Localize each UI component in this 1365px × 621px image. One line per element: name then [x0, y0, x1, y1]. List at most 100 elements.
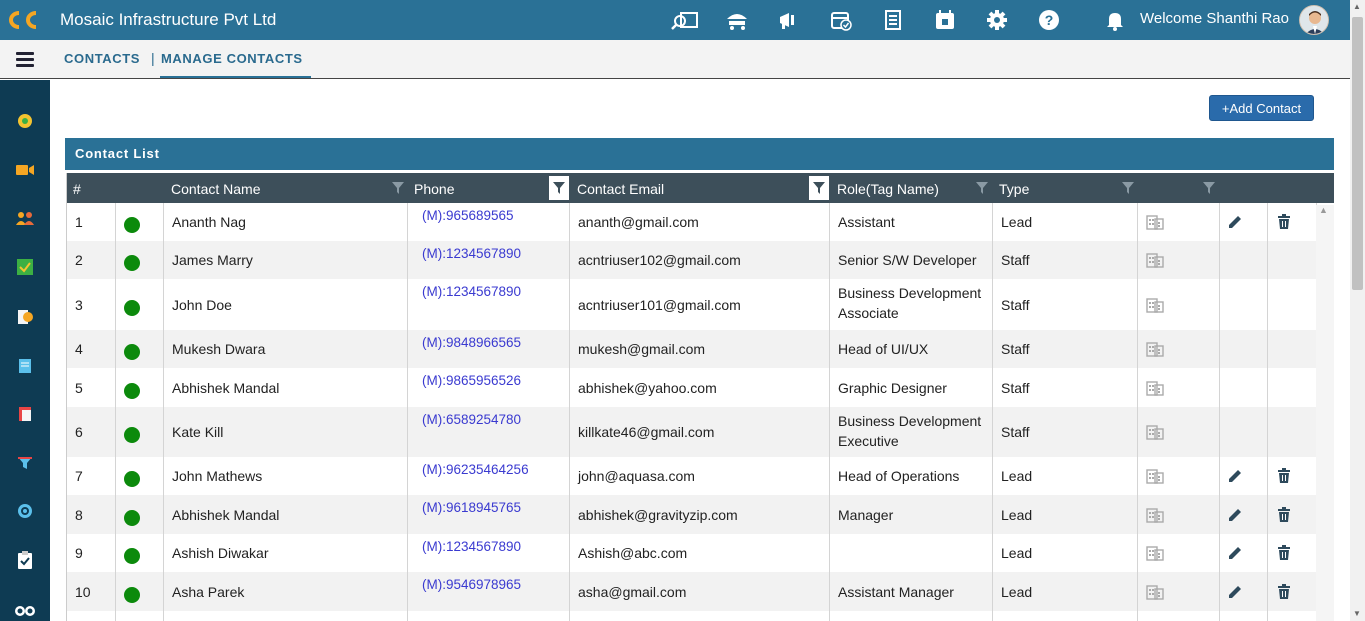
phone-link[interactable]: (M):6589254780: [422, 412, 521, 427]
table-row[interactable]: 5 Abhishek Mandal (M):9865956526 abhishek@y…: [67, 368, 1317, 407]
calendar-icon[interactable]: [930, 0, 960, 40]
delete-icon[interactable]: [1277, 584, 1291, 603]
delete-icon[interactable]: [1277, 214, 1291, 233]
menu-icon[interactable]: [16, 52, 34, 68]
avatar[interactable]: [1299, 5, 1329, 35]
phone-link[interactable]: (M):96235464256: [422, 462, 529, 477]
phone-link[interactable]: (M):1234567890: [422, 246, 521, 261]
filter-icon[interactable]: [1120, 180, 1136, 196]
table-row[interactable]: 2 James Marry (M):1234567890 acntriuser102@…: [67, 241, 1317, 279]
tasks-icon[interactable]: [14, 256, 36, 278]
table-row[interactable]: 1 Ananth Nag (M):965689565 ananth@gmail.com…: [67, 203, 1317, 241]
view-details-icon[interactable]: [1146, 252, 1164, 271]
col-contact-name[interactable]: Contact Name: [171, 173, 260, 203]
search-report-icon[interactable]: [670, 0, 700, 40]
filter-icon[interactable]: [809, 176, 829, 200]
video-icon[interactable]: [14, 159, 36, 181]
edit-icon[interactable]: [1227, 214, 1243, 233]
col-contact-email[interactable]: Contact Email: [577, 173, 664, 203]
help-icon[interactable]: ?: [1034, 0, 1064, 40]
app-logo[interactable]: [0, 0, 44, 40]
edit-icon[interactable]: [1227, 507, 1243, 526]
target-icon[interactable]: [14, 500, 36, 522]
breadcrumb-manage-contacts[interactable]: MANAGE CONTACTS: [161, 51, 303, 66]
view-details-icon[interactable]: [1146, 424, 1164, 443]
cell-role: Assistant Manager: [830, 572, 993, 611]
filter-icon[interactable]: [390, 180, 406, 196]
cell-edit: [1220, 457, 1268, 495]
cell-edit: [1220, 495, 1268, 534]
table-row[interactable]: 9 Ashish Diwakar (M):1234567890 Ashish@abc.…: [67, 534, 1317, 572]
edit-icon[interactable]: [1227, 584, 1243, 603]
contact-name[interactable]: James Marry: [172, 252, 253, 268]
view-details-icon[interactable]: [1146, 507, 1164, 526]
contact-name[interactable]: John Doe: [172, 297, 232, 313]
view-details-icon[interactable]: [1146, 468, 1164, 487]
calendar-check-icon[interactable]: [826, 0, 856, 40]
table-scrollbar[interactable]: [1316, 205, 1334, 621]
announcement-icon[interactable]: [774, 0, 804, 40]
status-active-indicator: [124, 383, 140, 399]
add-contact-button[interactable]: +Add Contact: [1209, 95, 1314, 121]
travel-icon[interactable]: [722, 0, 752, 40]
clipboard-icon[interactable]: [14, 549, 36, 571]
scroll-up-arrow[interactable]: ▲: [1319, 205, 1328, 215]
delete-icon[interactable]: [1277, 507, 1291, 526]
phone-link[interactable]: (M):965689565: [422, 208, 514, 223]
page-scroll-up[interactable]: ▲: [1353, 2, 1361, 11]
table-row[interactable]: 4 Mukesh Dwara (M):9848966565 mukesh@gmail.…: [67, 330, 1317, 368]
phone-link[interactable]: (M):1234567890: [422, 539, 521, 554]
binoculars-icon[interactable]: [14, 598, 36, 620]
col-type[interactable]: Type: [999, 173, 1029, 203]
delete-icon[interactable]: [1277, 468, 1291, 487]
contact-name[interactable]: Ashish Diwakar: [172, 545, 268, 561]
notes-icon[interactable]: [14, 355, 36, 377]
funnel-icon[interactable]: [14, 452, 36, 474]
gear-icon[interactable]: [982, 0, 1012, 40]
users-icon[interactable]: [14, 207, 36, 229]
contact-name[interactable]: John Mathews: [172, 468, 262, 484]
bell-icon[interactable]: [1100, 0, 1130, 40]
contact-name[interactable]: Ananth Nag: [172, 214, 246, 230]
documents-icon[interactable]: [14, 306, 36, 328]
contact-name[interactable]: Kate Kill: [172, 424, 223, 440]
table-row[interactable]: [67, 611, 1317, 621]
reports-icon[interactable]: [14, 403, 36, 425]
filter-icon[interactable]: [549, 176, 569, 200]
delete-icon[interactable]: [1277, 545, 1291, 564]
contact-name[interactable]: Abhishek Mandal: [172, 507, 279, 523]
phone-link[interactable]: (M):9618945765: [422, 500, 521, 515]
cell-view: [1138, 203, 1220, 241]
col-role[interactable]: Role(Tag Name): [837, 173, 939, 203]
filter-icon[interactable]: [1201, 180, 1217, 196]
edit-icon[interactable]: [1227, 545, 1243, 564]
contact-name[interactable]: Abhishek Mandal: [172, 380, 279, 396]
page-scroll-down[interactable]: ▼: [1353, 609, 1361, 618]
edit-icon[interactable]: [1227, 468, 1243, 487]
table-row[interactable]: 7 John Mathews (M):96235464256 john@aquasa.…: [67, 457, 1317, 495]
phone-link[interactable]: (M):9865956526: [422, 373, 521, 388]
dashboard-icon[interactable]: [14, 110, 36, 132]
view-details-icon[interactable]: [1146, 341, 1164, 360]
col-phone[interactable]: Phone: [414, 173, 454, 203]
contact-name[interactable]: Mukesh Dwara: [172, 341, 265, 357]
breadcrumb-contacts[interactable]: CONTACTS: [64, 51, 140, 66]
table-row[interactable]: 10 Asha Parek (M):9546978965 asha@gmail.com…: [67, 572, 1317, 611]
phone-link[interactable]: (M):1234567890: [422, 284, 521, 299]
view-details-icon[interactable]: [1146, 214, 1164, 233]
filter-icon[interactable]: [974, 180, 990, 196]
table-row[interactable]: 3 John Doe (M):1234567890 acntriuser101@gma…: [67, 279, 1317, 330]
phone-link[interactable]: (M):9848966565: [422, 335, 521, 350]
phone-link[interactable]: (M):9546978965: [422, 577, 521, 592]
table-row[interactable]: 8 Abhishek Mandal (M):9618945765 abhishek@g…: [67, 495, 1317, 534]
list-document-icon[interactable]: [878, 0, 908, 40]
view-details-icon[interactable]: [1146, 584, 1164, 603]
contact-name[interactable]: Asha Parek: [172, 584, 244, 600]
contact-email: acntriuser101@gmail.com: [578, 297, 741, 313]
cell-edit: [1220, 241, 1268, 279]
page-scrollbar-thumb[interactable]: [1352, 17, 1363, 290]
view-details-icon[interactable]: [1146, 297, 1164, 316]
view-details-icon[interactable]: [1146, 545, 1164, 564]
view-details-icon[interactable]: [1146, 380, 1164, 399]
table-row[interactable]: 6 Kate Kill (M):6589254780 killkate46@gmail…: [67, 407, 1317, 457]
